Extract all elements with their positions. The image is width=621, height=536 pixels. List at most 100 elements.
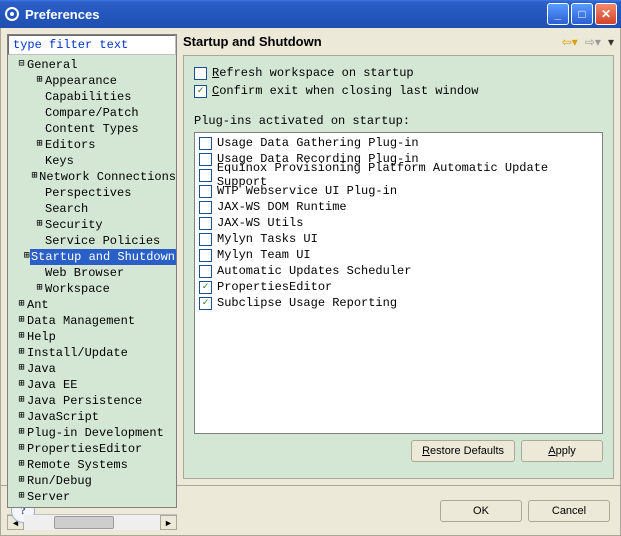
tree-item[interactable]: ⊞ PropertiesEditor [8,441,176,457]
plugin-item[interactable]: Mylyn Team UI [197,247,600,263]
checkbox-icon [199,185,212,198]
maximize-button[interactable]: □ [571,3,593,25]
expand-icon[interactable]: ⊞ [34,217,45,233]
tree-item[interactable]: Compare/Patch [8,105,176,121]
apply-button[interactable]: Apply [521,440,603,462]
preference-tree[interactable]: ⊟ General⊞ Appearance Capabilities Compa… [8,55,176,507]
refresh-workspace-checkbox[interactable]: Refresh workspace on startup [194,64,603,82]
checkbox-icon [199,249,212,262]
plugin-item[interactable]: Subclipse Usage Reporting [197,295,600,311]
tree-item-label: Help [27,329,56,345]
tree-item[interactable]: ⊞ Workspace [8,281,176,297]
expand-icon[interactable]: ⊞ [16,457,27,473]
expand-icon[interactable]: ⊞ [34,281,45,297]
tree-item[interactable]: ⊞ Security [8,217,176,233]
tree-item-label: Workspace [45,281,110,297]
plugin-item[interactable]: Automatic Updates Scheduler [197,263,600,279]
tree-item[interactable]: ⊞ Data Management [8,313,176,329]
cancel-button[interactable]: Cancel [528,500,610,522]
tree-item[interactable]: ⊞ Java Persistence [8,393,176,409]
tree-item[interactable]: Perspectives [8,185,176,201]
tree-item-label: Install/Update [27,345,128,361]
menu-icon[interactable]: ▾ [608,35,614,49]
tree-item[interactable]: Capabilities [8,89,176,105]
expand-icon[interactable]: ⊞ [16,425,27,441]
filter-input[interactable]: type filter text [8,35,176,55]
collapse-icon[interactable]: ⊟ [16,57,27,73]
plugin-item[interactable]: Usage Data Gathering Plug-in [197,135,600,151]
tree-item[interactable]: ⊞ Java EE [8,377,176,393]
window-title: Preferences [25,7,99,22]
tree-item[interactable]: ⊟ General [8,57,176,73]
plugin-label: JAX-WS Utils [217,216,303,230]
tree-item[interactable]: ⊞ Plug-in Development [8,425,176,441]
tree-horizontal-scrollbar[interactable]: ◄ ► [7,514,177,530]
expand-icon[interactable]: ⊞ [16,409,27,425]
page-title: Startup and Shutdown [183,34,558,49]
tree-item[interactable]: ⊞ Java [8,361,176,377]
tree-item[interactable]: ⊞ Network Connections [8,169,176,185]
back-icon[interactable]: ⇦▾ [562,35,578,49]
expand-icon[interactable]: ⊞ [16,489,27,505]
plugin-label: JAX-WS DOM Runtime [217,200,347,214]
tree-item-label: Ant [27,297,49,313]
expand-icon[interactable]: ⊞ [16,361,27,377]
tree-item[interactable]: Service Policies [8,233,176,249]
tree-item-label: Compare/Patch [45,105,139,121]
tree-item[interactable]: ⊞ Remote Systems [8,457,176,473]
scroll-right-arrow[interactable]: ► [160,515,177,530]
plugins-section-label: Plug-ins activated on startup: [194,114,603,128]
tree-item[interactable]: ⊞ Install/Update [8,345,176,361]
titlebar[interactable]: Preferences _ □ ✕ [0,0,621,28]
expand-icon[interactable]: ⊞ [16,377,27,393]
tree-item[interactable]: Web Browser [8,265,176,281]
tree-item[interactable]: ⊞ Help [8,329,176,345]
confirm-exit-checkbox[interactable]: Confirm exit when closing last window [194,82,603,100]
minimize-button[interactable]: _ [547,3,569,25]
plugins-list[interactable]: Usage Data Gathering Plug-inUsage Data R… [194,132,603,434]
checkbox-icon [199,169,212,182]
plugin-item[interactable]: Mylyn Tasks UI [197,231,600,247]
expand-icon[interactable]: ⊞ [34,137,45,153]
tree-item[interactable]: ⊞ Run/Debug [8,473,176,489]
checkbox-icon [199,265,212,278]
tree-item[interactable]: ⊞ JavaScript [8,409,176,425]
checkbox-icon [199,281,212,294]
tree-item[interactable]: ⊞ Ant [8,297,176,313]
scroll-thumb[interactable] [54,516,114,529]
tree-item-label: Service Policies [45,233,160,249]
expand-icon[interactable]: ⊞ [16,441,27,457]
tree-item-label: Plug-in Development [27,425,164,441]
expand-icon[interactable]: ⊞ [16,393,27,409]
expand-icon[interactable]: ⊞ [34,73,45,89]
plugin-item[interactable]: JAX-WS Utils [197,215,600,231]
tree-item[interactable]: ⊞ Startup and Shutdown [8,249,176,265]
expand-icon[interactable]: ⊞ [16,297,27,313]
plugin-item[interactable]: Equinox Provisioning Platform Automatic … [197,167,600,183]
plugin-item[interactable]: PropertiesEditor [197,279,600,295]
tree-item-label: Remote Systems [27,457,128,473]
expand-icon[interactable]: ⊞ [16,313,27,329]
content-panel: Refresh workspace on startup Confirm exi… [183,55,614,479]
expand-icon[interactable]: ⊞ [30,169,39,185]
tree-item[interactable]: Search [8,201,176,217]
checkbox-icon [199,153,212,166]
expand-icon[interactable]: ⊞ [16,345,27,361]
tree-item-label: Web Browser [45,265,124,281]
tree-item[interactable]: Keys [8,153,176,169]
expand-icon[interactable]: ⊞ [16,473,27,489]
tree-item[interactable]: Content Types [8,121,176,137]
restore-defaults-button[interactable]: Restore Defaults [411,440,515,462]
expand-icon[interactable]: ⊞ [16,329,27,345]
tree-item[interactable]: ⊞ Server [8,489,176,505]
ok-button[interactable]: OK [440,500,522,522]
tree-item[interactable]: ⊞ Appearance [8,73,176,89]
close-button[interactable]: ✕ [595,3,617,25]
tree-item-label: Content Types [45,121,139,137]
tree-item-label: Editors [45,137,95,153]
plugin-label: PropertiesEditor [217,280,332,294]
tree-item[interactable]: ⊞ Editors [8,137,176,153]
plugin-item[interactable]: JAX-WS DOM Runtime [197,199,600,215]
tree-item-label: PropertiesEditor [27,441,142,457]
forward-icon[interactable]: ⇨▾ [585,35,601,49]
